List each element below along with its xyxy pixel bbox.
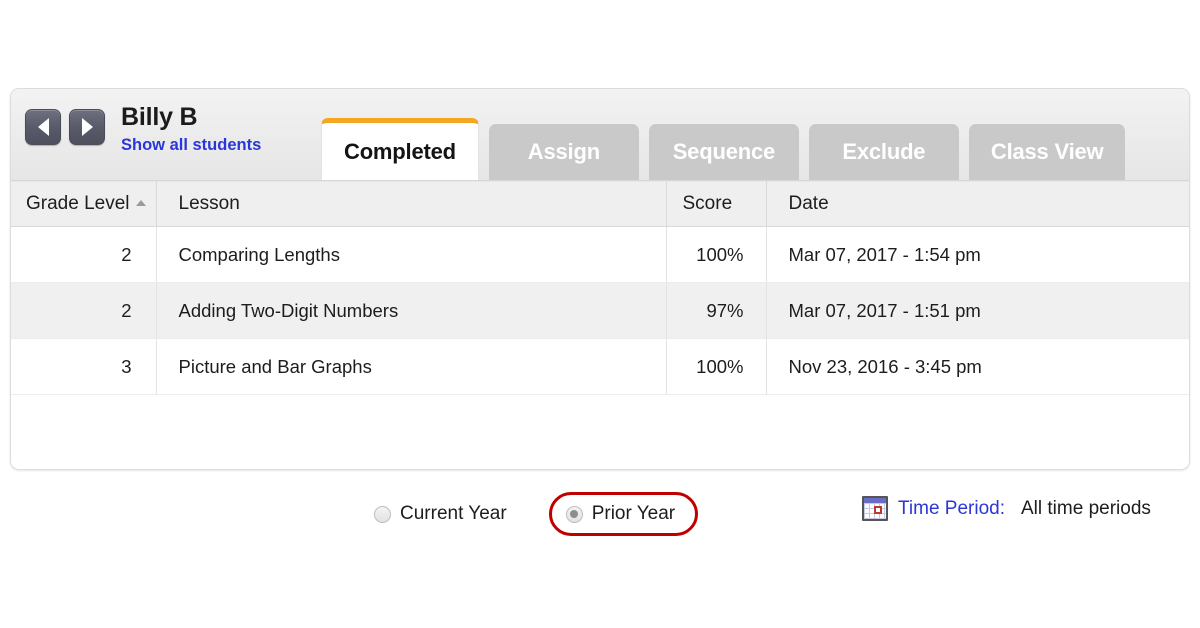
cell-lesson: Comparing Lengths xyxy=(156,226,666,283)
column-header-lesson[interactable]: Lesson xyxy=(156,181,666,227)
table-row[interactable]: 3 Picture and Bar Graphs 100% Nov 23, 20… xyxy=(11,338,1189,395)
table-header: Grade Level Lesson Score Date xyxy=(11,181,1189,227)
chevron-right-icon xyxy=(81,118,93,136)
column-header-grade-level[interactable]: Grade Level xyxy=(11,181,157,227)
cell-date: Mar 07, 2017 - 1:51 pm xyxy=(766,282,1189,339)
tab-bar: Completed Assign Sequence Exclude Class … xyxy=(321,118,1135,180)
cell-date: Nov 23, 2016 - 3:45 pm xyxy=(766,338,1189,395)
cell-score: 97% xyxy=(665,282,767,339)
tab-assign[interactable]: Assign xyxy=(488,124,639,180)
lessons-table-container: Grade Level Lesson Score Date 2 Comparin… xyxy=(11,181,1189,469)
table-header-row: Grade Level Lesson Score Date xyxy=(11,181,1189,227)
cell-lesson: Adding Two-Digit Numbers xyxy=(156,282,666,339)
panel-header: Billy B Show all students Completed Assi… xyxy=(11,89,1189,181)
next-student-button[interactable] xyxy=(69,109,105,145)
cell-score: 100% xyxy=(665,338,767,395)
column-header-date[interactable]: Date xyxy=(766,181,1189,227)
calendar-icon-selected-day xyxy=(874,506,882,514)
table-row[interactable]: 2 Comparing Lengths 100% Mar 07, 2017 - … xyxy=(11,226,1189,283)
student-navigation-block: Billy B Show all students xyxy=(25,105,261,154)
cell-date: Mar 07, 2017 - 1:54 pm xyxy=(766,226,1189,283)
sort-ascending-icon xyxy=(135,199,146,206)
tab-class-view[interactable]: Class View xyxy=(968,124,1126,180)
time-period-control: Time Period: All time periods xyxy=(862,496,1151,521)
time-period-label[interactable]: Time Period: xyxy=(898,498,1005,520)
table-body: 2 Comparing Lengths 100% Mar 07, 2017 - … xyxy=(11,226,1189,395)
radio-prior-year-label: Prior Year xyxy=(591,503,676,524)
tab-sequence[interactable]: Sequence xyxy=(648,124,799,180)
cell-grade-level: 3 xyxy=(11,338,157,395)
year-filter-radio-group: Current Year Prior Year xyxy=(374,492,699,536)
student-info: Billy B Show all students xyxy=(121,105,261,154)
previous-student-button[interactable] xyxy=(25,109,61,145)
tab-completed[interactable]: Completed xyxy=(321,118,479,180)
column-header-score[interactable]: Score xyxy=(665,181,767,227)
radio-prior-year-indicator[interactable] xyxy=(565,505,583,523)
tab-exclude[interactable]: Exclude xyxy=(808,124,959,180)
calendar-icon[interactable] xyxy=(862,496,888,521)
radio-current-year-indicator[interactable] xyxy=(374,505,391,523)
completed-lessons-table: Grade Level Lesson Score Date 2 Comparin… xyxy=(11,181,1189,395)
radio-prior-year[interactable]: Prior Year xyxy=(548,492,699,536)
chevron-left-icon xyxy=(37,118,49,136)
cell-grade-level: 2 xyxy=(11,226,157,283)
cell-score: 100% xyxy=(665,226,767,283)
cell-grade-level: 2 xyxy=(11,282,157,339)
column-header-grade-level-label: Grade Level xyxy=(25,193,130,214)
cell-lesson: Picture and Bar Graphs xyxy=(156,338,666,395)
student-lessons-panel: Billy B Show all students Completed Assi… xyxy=(10,88,1190,470)
student-name: Billy B xyxy=(121,103,198,131)
radio-current-year-label: Current Year xyxy=(400,503,507,524)
radio-current-year[interactable]: Current Year xyxy=(374,503,507,525)
table-row[interactable]: 2 Adding Two-Digit Numbers 97% Mar 07, 2… xyxy=(11,282,1189,339)
show-all-students-link[interactable]: Show all students xyxy=(121,137,261,154)
footer-controls: Current Year Prior Year Time Period: All… xyxy=(0,482,1200,542)
time-period-value: All time periods xyxy=(1021,497,1151,519)
